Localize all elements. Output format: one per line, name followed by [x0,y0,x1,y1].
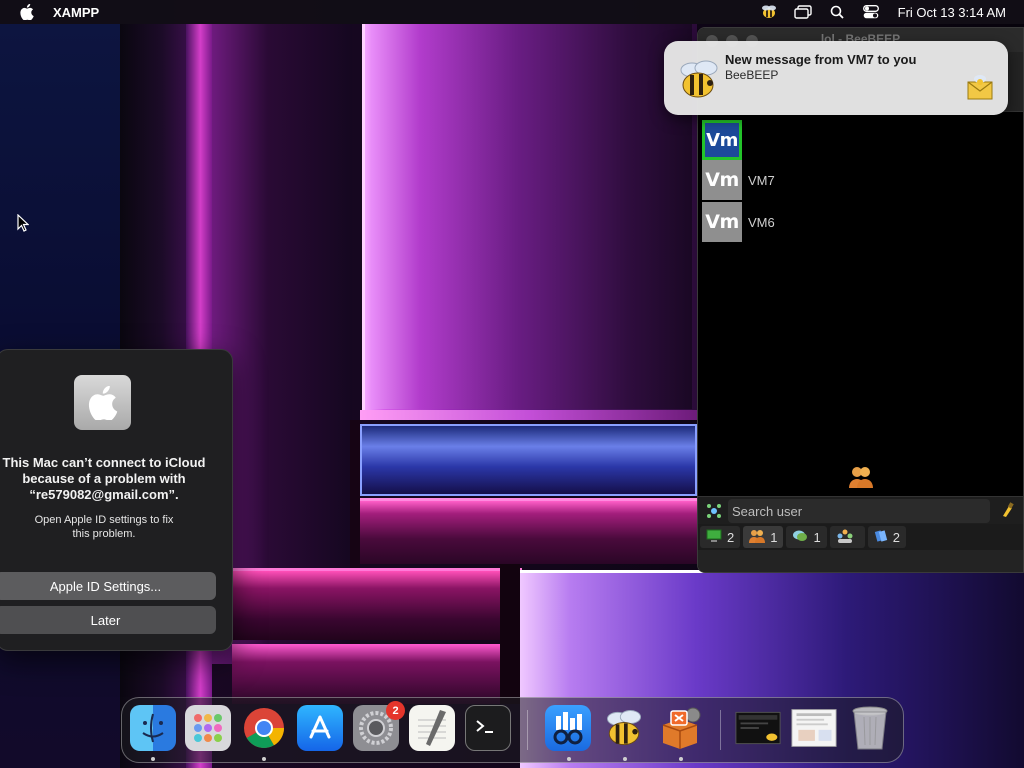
people-icon [846,464,876,493]
screenshot-thumbnail-icon[interactable] [735,705,781,751]
tab-users[interactable]: 1 [743,526,784,548]
apple-icon[interactable] [20,4,34,20]
menu-bar: XAMPP Fri Oct 13 3:14 AM [0,0,1024,24]
user-list-item-vm6[interactable]: Vm VM6 [702,202,775,242]
mouse-cursor-icon [17,213,30,237]
user-search-bar [698,496,1023,524]
tab-computers[interactable]: 2 [700,526,741,548]
menubar-clock[interactable]: Fri Oct 13 3:14 AM [898,5,1006,20]
beebeep-status-icon[interactable] [752,0,786,24]
user-name: VM6 [748,214,775,230]
search-user-input[interactable] [728,499,990,523]
tab-chats[interactable]: 1 [786,526,827,548]
window-bottom-bar [698,550,1023,572]
apple-id-settings-button[interactable]: Apple ID Settings... [0,572,216,600]
glances-icon[interactable] [545,705,591,751]
notification-banner[interactable]: New message from VM7 to you BeeBEEP [664,41,1008,115]
system-settings-icon[interactable]: 2 [353,701,405,751]
chat-icon [792,529,808,546]
user-avatar: Vm [702,120,742,160]
group-icon [836,529,854,546]
beebeep-dock-icon[interactable] [601,705,647,751]
dialog-heading: This Mac can’t connect to iCloud because… [2,455,206,502]
notification-badge: 2 [386,701,405,720]
user-avatar: Vm [702,202,742,242]
search-icon[interactable] [820,0,854,24]
notification-body: BeeBEEP [725,68,779,82]
tab-count: 1 [770,529,778,545]
user-avatar: Vm [702,160,742,200]
beebeep-app-icon [674,53,724,103]
apple-logo-icon [74,375,131,430]
finder-icon[interactable] [130,705,176,751]
envelope-icon [966,73,994,101]
launchpad-icon[interactable] [185,705,231,751]
network-icon[interactable] [706,503,722,524]
tab-groups[interactable] [829,526,865,548]
terminal-icon[interactable] [465,705,511,751]
window-icon[interactable] [786,0,820,24]
user-name: VM7 [748,172,775,188]
later-button[interactable]: Later [0,606,216,634]
textedit-icon[interactable] [409,705,455,751]
tab-count: 2 [727,529,735,545]
users-icon [749,529,766,546]
clear-search-icon[interactable] [1000,502,1016,523]
status-tab-bar: 2 1 1 2 [698,524,1023,550]
tab-count: 1 [813,529,821,545]
xampp-icon[interactable] [657,705,703,751]
tab-files[interactable]: 2 [867,526,906,548]
notification-title: New message from VM7 to you [725,52,917,67]
dialog-message: Open Apple ID settings to fix this probl… [34,514,174,540]
user-list-item-vm7[interactable]: Vm VM7 [702,160,775,200]
dock: 2 [121,697,904,763]
app-store-icon[interactable] [297,705,343,751]
tab-count: 2 [892,529,900,545]
trash-icon[interactable] [847,705,893,751]
document-thumbnail-icon[interactable] [791,705,837,751]
computer-icon [706,529,722,546]
icloud-alert-dialog: This Mac can’t connect to iCloud because… [0,349,233,651]
chrome-icon[interactable] [241,705,287,751]
active-app-name[interactable]: XAMPP [53,5,99,20]
file-icon [874,529,888,546]
control-center-icon[interactable] [854,0,888,24]
user-list-item-self[interactable]: Vm [702,120,748,160]
